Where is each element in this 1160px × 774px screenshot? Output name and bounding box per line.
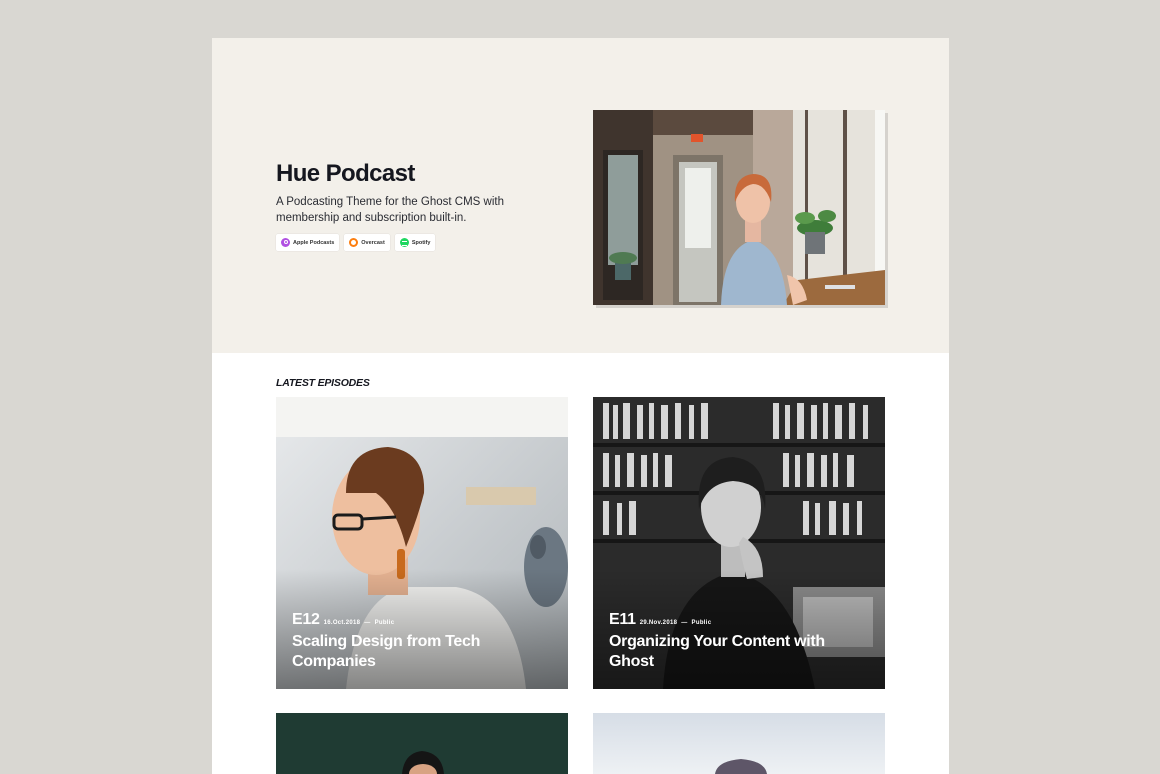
- site-description: A Podcasting Theme for the Ghost CMS wit…: [276, 196, 504, 224]
- platform-links: Apple Podcasts Overcast Spotify: [276, 234, 436, 251]
- episode-image: [276, 713, 568, 774]
- meta-separator: —: [364, 620, 371, 626]
- page-container: Hue Podcast A Podcasting Theme for the G…: [212, 38, 949, 774]
- site-title[interactable]: Hue Podcast: [276, 160, 415, 188]
- episode-date: 16.Oct.2018: [323, 620, 361, 626]
- episode-card[interactable]: E11 29.Nov.2018 — Public Organizing Your…: [593, 397, 885, 689]
- apple-podcasts-icon: [281, 238, 290, 247]
- overcast-link[interactable]: Overcast: [344, 234, 390, 251]
- episode-number: E11: [609, 611, 636, 628]
- episode-meta: E11 29.Nov.2018 — Public: [609, 611, 711, 629]
- hero-image: [593, 110, 885, 305]
- episode-date: 29.Nov.2018: [639, 620, 678, 626]
- episode-meta: E12 16.Oct.2018 — Public: [292, 611, 394, 629]
- episode-title[interactable]: Scaling Design from Tech Companies: [292, 632, 542, 672]
- spotify-icon: [399, 238, 409, 247]
- overcast-icon: [349, 238, 359, 247]
- platform-label: Apple Podcasts: [293, 239, 335, 246]
- episode-access: Public: [374, 620, 395, 626]
- episode-access: Public: [691, 620, 712, 626]
- episode-card[interactable]: [593, 713, 885, 774]
- episode-image: [593, 713, 885, 774]
- episode-card[interactable]: E12 16.Oct.2018 — Public Scaling Design …: [276, 397, 568, 689]
- latest-episodes-heading: LATEST EPISODES: [276, 377, 370, 389]
- site-header: Hue Podcast A Podcasting Theme for the G…: [212, 38, 949, 353]
- spotify-link[interactable]: Spotify: [394, 234, 436, 251]
- meta-separator: —: [681, 620, 688, 626]
- episode-title[interactable]: Organizing Your Content with Ghost: [609, 632, 859, 672]
- platform-label: Spotify: [411, 239, 431, 246]
- apple-podcasts-link[interactable]: Apple Podcasts: [276, 234, 340, 251]
- episode-number: E12: [292, 611, 320, 628]
- episode-card[interactable]: [276, 713, 568, 774]
- platform-label: Overcast: [361, 239, 385, 246]
